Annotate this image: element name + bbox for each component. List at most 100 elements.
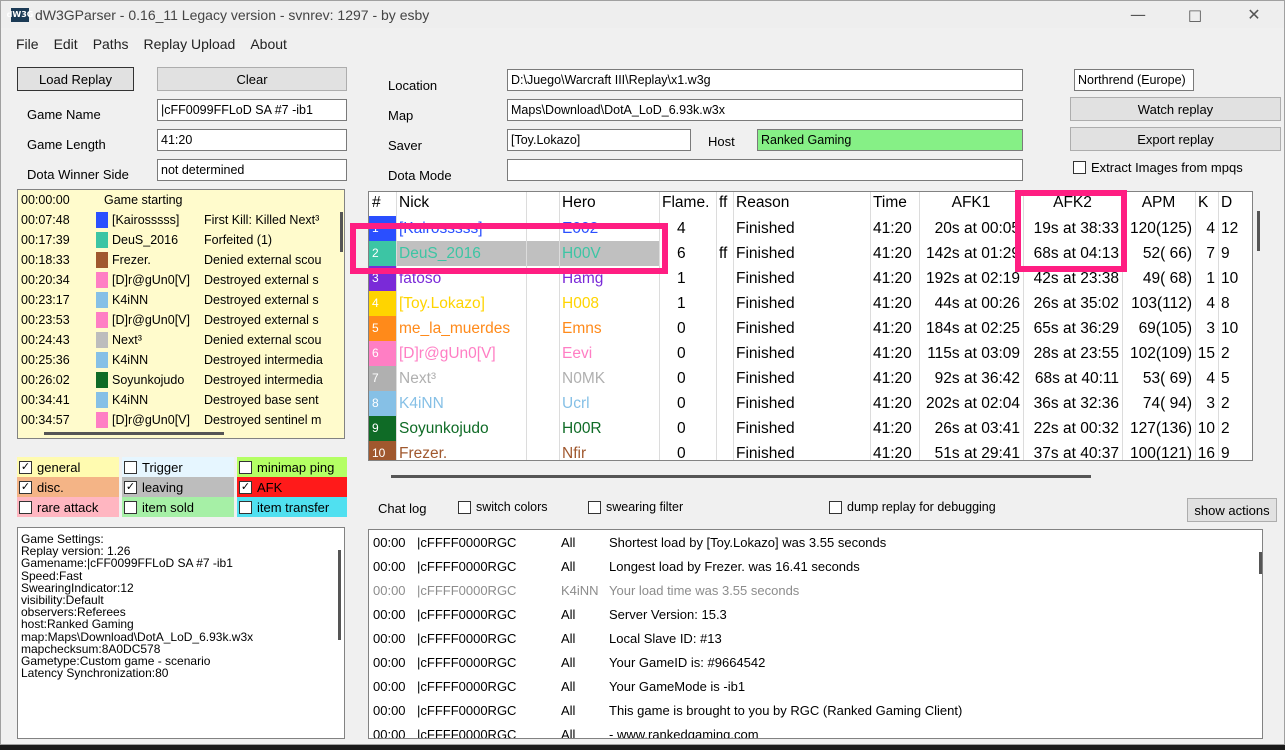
menu-about[interactable]: About — [250, 36, 287, 52]
filter-item-transfer-checkbox[interactable]: item transfer — [237, 497, 347, 517]
chat-log-scrollbar[interactable] — [1259, 552, 1262, 574]
column-header-afk2[interactable]: AFK2 — [1023, 192, 1122, 214]
checkbox-box[interactable] — [124, 500, 137, 514]
chat-message-row[interactable]: 00:00 |cFFFF0000RGC All Shortest load by [T… — [369, 531, 1249, 555]
maximize-icon[interactable]: □ — [1173, 1, 1217, 28]
menu-paths[interactable]: Paths — [93, 36, 129, 52]
load-replay-button[interactable]: Load Replay — [17, 67, 134, 91]
dota-mode-field[interactable] — [507, 159, 1023, 181]
checkbox-box[interactable]: ✓ — [239, 480, 252, 494]
game-info-scrollbar[interactable] — [338, 550, 341, 640]
location-field[interactable]: D:\Juego\Warcraft III\Replay\x1.w3g — [507, 69, 1023, 91]
checkbox-box[interactable] — [829, 500, 842, 514]
event-row[interactable]: 00:00:00 Game starting — [18, 190, 344, 210]
player-row[interactable]: 2 DeuS_2016 H00V 6 ff Finished 41:20 142s at 01… — [369, 241, 1252, 266]
event-log[interactable]: 00:00:00 Game starting 00:07:48 [Kairosssss… — [17, 189, 345, 439]
filter-rare-attack-checkbox[interactable]: rare attack — [17, 497, 119, 517]
switch-colors-checkbox[interactable]: switch colors — [458, 497, 548, 517]
player-row[interactable]: 8 K4iNN Ucrl 0 Finished 41:20 202s at 02:04 36s… — [369, 391, 1252, 416]
event-log-scrollbar[interactable] — [340, 212, 343, 252]
player-row[interactable]: 6 [D]r@gUn0[V] Eevi 0 Finished 41:20 115s at 0… — [369, 341, 1252, 366]
players-table-hscrollbar[interactable] — [391, 475, 1091, 478]
checkbox-box[interactable]: ✓ — [19, 460, 32, 474]
column-header-nick[interactable]: Nick — [396, 192, 526, 214]
event-row[interactable]: 00:18:33 Frezer. Denied external scou — [18, 250, 344, 270]
minimize-icon[interactable]: — — [1116, 1, 1160, 28]
close-icon[interactable]: ✕ — [1232, 1, 1276, 28]
filter-leaving-checkbox[interactable]: ✓ leaving — [122, 477, 234, 497]
column-header-blank[interactable] — [526, 192, 559, 214]
player-row[interactable]: 5 me_la_muerdes Emns 0 Finished 41:20 184s at … — [369, 316, 1252, 341]
checkbox-box[interactable]: ✓ — [124, 480, 137, 494]
player-row[interactable]: 3 fatoso Hamg 1 Finished 41:20 192s at 02:19 42… — [369, 266, 1252, 291]
column-header-afk1[interactable]: AFK1 — [919, 192, 1023, 214]
checkbox-box[interactable] — [124, 460, 137, 474]
chat-log[interactable]: 00:00 |cFFFF0000RGC All Shortest load by [T… — [368, 529, 1263, 739]
swearing-filter-checkbox[interactable]: swearing filter — [588, 497, 683, 517]
players-table[interactable]: # Nick Hero Flame. ff Reason Time AFK1 AFK2 APM K D… — [368, 191, 1253, 461]
player-row[interactable]: 1 [Kairosssss] E002 4 Finished 41:20 20s at 00… — [369, 216, 1252, 241]
player-row[interactable]: 7 Next³ N0MK 0 Finished 41:20 92s at 36:42 68s … — [369, 366, 1252, 391]
checkbox-box[interactable] — [239, 460, 252, 474]
filter-trigger-checkbox[interactable]: Trigger — [122, 457, 234, 477]
player-row[interactable]: 10 Frezer. Nfir 0 Finished 41:20 51s at 29:41 3… — [369, 441, 1252, 460]
saver-field[interactable]: [Toy.Lokazo] — [507, 129, 691, 151]
chat-message-row[interactable]: 00:00 |cFFFF0000RGC All Your GameMode is -i… — [369, 675, 1249, 699]
column-header-k[interactable]: K — [1195, 192, 1218, 214]
column-header-reason[interactable]: Reason — [733, 192, 870, 214]
show-actions-button[interactable]: show actions — [1187, 498, 1277, 522]
chat-message-row[interactable]: 00:00 |cFFFF0000RGC All Longest load by Fre… — [369, 555, 1249, 579]
clear-button[interactable]: Clear — [157, 67, 347, 91]
chat-message-row[interactable]: 00:00 |cFFFF0000RGC K4iNN Your load time wa… — [369, 579, 1249, 603]
filter-disc--checkbox[interactable]: ✓ disc. — [17, 477, 119, 497]
winner-side-field[interactable]: not determined — [157, 159, 347, 181]
chat-message-row[interactable]: 00:00 |cFFFF0000RGC All Local Slave ID: #13 — [369, 627, 1249, 651]
event-row[interactable]: 00:25:36 K4iNN Destroyed intermedia — [18, 350, 344, 370]
chat-message-row[interactable]: 00:00 |cFFFF0000RGC All This game is brough… — [369, 699, 1249, 723]
filter-general-checkbox[interactable]: ✓ general — [17, 457, 119, 477]
game-name-field[interactable]: |cFF0099FFLoD SA #7 -ib1 — [157, 99, 347, 121]
chat-message-row[interactable]: 00:00 |cFFFF0000RGC All Your GameID is: #96… — [369, 651, 1249, 675]
column-header-ff[interactable]: ff — [716, 192, 733, 214]
extract-images-checkbox[interactable]: Extract Images from mpqs — [1073, 157, 1243, 177]
column-header-hero[interactable]: Hero — [559, 192, 659, 214]
column-header-apm[interactable]: APM — [1122, 192, 1195, 214]
host-field[interactable]: Ranked Gaming — [757, 129, 1023, 151]
event-row[interactable]: 00:34:41 K4iNN Destroyed base sent — [18, 390, 344, 410]
event-row[interactable]: 00:20:34 [D]r@gUn0[V] Destroyed external s — [18, 270, 344, 290]
player-row[interactable]: 9 Soyunkojudo H00R 0 Finished 41:20 26s at 03:… — [369, 416, 1252, 441]
event-log-hscrollbar[interactable] — [44, 432, 224, 435]
menu-edit[interactable]: Edit — [54, 36, 78, 52]
export-replay-button[interactable]: Export replay — [1070, 127, 1281, 151]
checkbox-box[interactable] — [458, 500, 471, 514]
dump-replay-checkbox[interactable]: dump replay for debugging — [829, 497, 996, 517]
chat-message-row[interactable]: 00:00 |cFFFF0000RGC All - www.rankedgaming.… — [369, 723, 1249, 738]
region-field[interactable]: Northrend (Europe) — [1074, 69, 1194, 91]
column-header-time[interactable]: Time — [870, 192, 919, 214]
filter-minimap-ping-checkbox[interactable]: minimap ping — [237, 457, 347, 477]
checkbox-box[interactable] — [19, 500, 32, 514]
checkbox-box[interactable] — [239, 500, 252, 514]
column-header-d[interactable]: D — [1218, 192, 1244, 214]
menu-replay-upload[interactable]: Replay Upload — [144, 36, 236, 52]
filter-item-sold-checkbox[interactable]: item sold — [122, 497, 234, 517]
checkbox-box[interactable] — [588, 500, 601, 514]
event-row[interactable]: 00:23:17 K4iNN Destroyed external s — [18, 290, 344, 310]
map-field[interactable]: Maps\Download\DotA_LoD_6.93k.w3x — [507, 99, 1023, 121]
column-header-n[interactable]: # — [369, 192, 396, 214]
checkbox-box[interactable]: ✓ — [19, 480, 32, 494]
event-row[interactable]: 00:23:53 [D]r@gUn0[V] Destroyed external s — [18, 310, 344, 330]
event-row[interactable]: 00:07:48 [Kairosssss] First Kill: Killed N… — [18, 210, 344, 230]
player-row[interactable]: 4 [Toy.Lokazo] H008 1 Finished 41:20 44s at 00… — [369, 291, 1252, 316]
event-row[interactable]: 00:24:43 Next³ Denied external scou — [18, 330, 344, 350]
game-length-field[interactable]: 41:20 — [157, 129, 347, 151]
event-row[interactable]: 00:34:57 [D]r@gUn0[V] Destroyed sentinel m — [18, 410, 344, 430]
filter-afk-checkbox[interactable]: ✓ AFK — [237, 477, 347, 497]
chat-message-row[interactable]: 00:00 |cFFFF0000RGC All Server Version: 15.… — [369, 603, 1249, 627]
event-row[interactable]: 00:17:39 DeuS_2016 Forfeited (1) — [18, 230, 344, 250]
checkbox-box[interactable] — [1073, 160, 1086, 174]
event-row[interactable]: 00:26:02 Soyunkojudo Destroyed intermedia — [18, 370, 344, 390]
menu-file[interactable]: File — [16, 36, 39, 52]
players-table-scrollbar[interactable] — [1257, 211, 1260, 251]
column-header-flame[interactable]: Flame. — [659, 192, 716, 214]
